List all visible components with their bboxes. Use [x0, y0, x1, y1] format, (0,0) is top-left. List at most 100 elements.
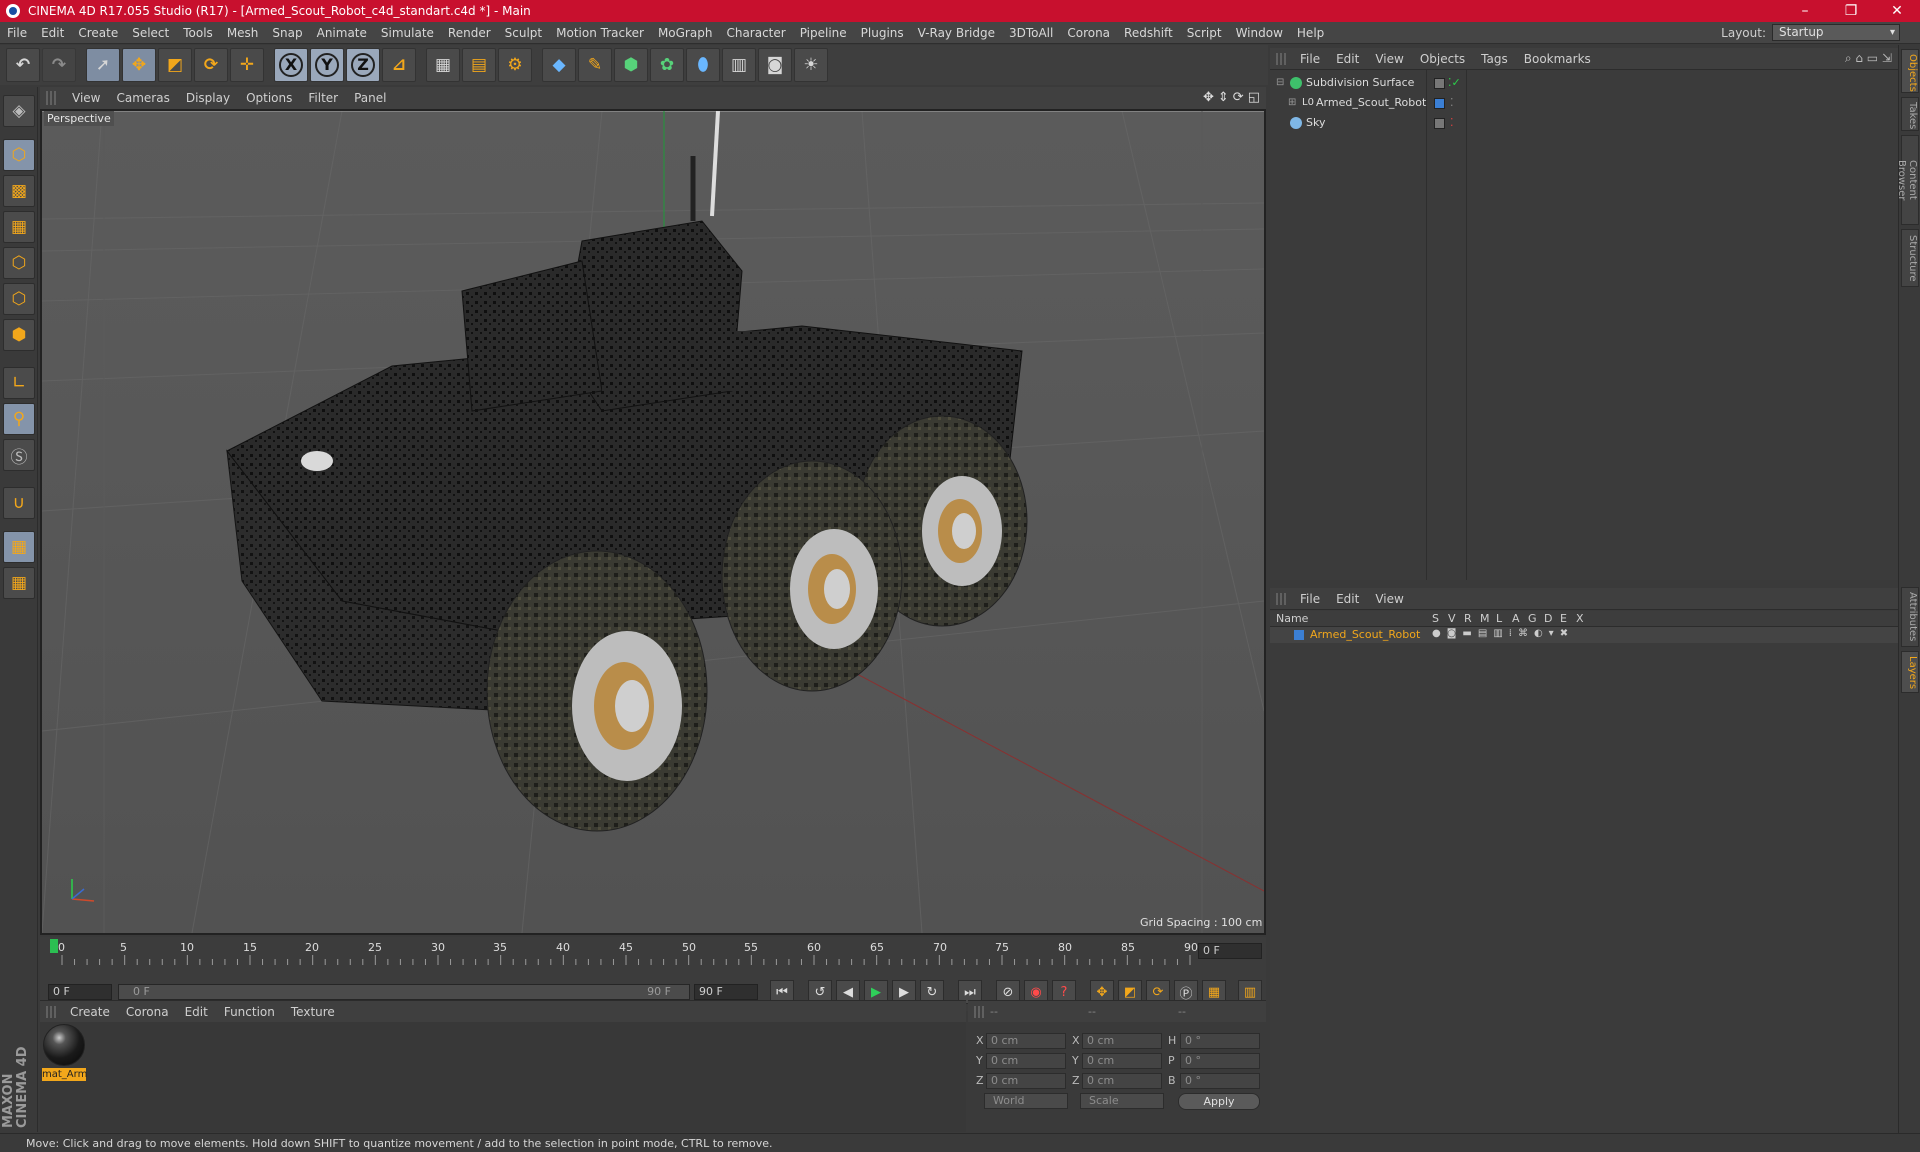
- floor-icon[interactable]: ▥: [722, 48, 756, 82]
- size-mode-dropdown[interactable]: Scale: [1080, 1093, 1164, 1109]
- menu-character[interactable]: Character: [719, 26, 792, 40]
- object-row[interactable]: ⊞ L0 Armed_Scout_Robot ⁚: [1274, 94, 1894, 112]
- column-a[interactable]: A: [1512, 612, 1520, 625]
- model-mode-icon[interactable]: ⬡: [3, 139, 35, 171]
- z-axis-icon[interactable]: Z: [346, 48, 380, 82]
- zoom-view-icon[interactable]: ⇕: [1218, 90, 1229, 105]
- cube-icon[interactable]: ◆: [542, 48, 576, 82]
- tab-takes[interactable]: Takes: [1901, 97, 1919, 131]
- object-menu-file[interactable]: File: [1292, 52, 1328, 66]
- snap-icon[interactable]: Ⓢ: [3, 439, 35, 471]
- menu-redshift[interactable]: Redshift: [1117, 26, 1180, 40]
- viewport-menu-cameras[interactable]: Cameras: [108, 91, 177, 105]
- cloner-icon[interactable]: ✿: [650, 48, 684, 82]
- viewport-menu-display[interactable]: Display: [178, 91, 238, 105]
- enabled-check-icon[interactable]: ⁚✓: [1448, 74, 1461, 92]
- menu-help[interactable]: Help: [1290, 26, 1331, 40]
- perspective-viewport[interactable]: [40, 109, 1266, 935]
- menu-edit[interactable]: Edit: [34, 26, 71, 40]
- y-axis-icon[interactable]: Y: [310, 48, 344, 82]
- camera-icon[interactable]: ◙: [758, 48, 792, 82]
- material-name[interactable]: mat_Arm: [42, 1068, 87, 1081]
- layer-tag-icon[interactable]: [1434, 118, 1445, 129]
- tab-objects[interactable]: Objects: [1901, 49, 1919, 93]
- layer-color-swatch[interactable]: [1294, 630, 1304, 640]
- menu-pipeline[interactable]: Pipeline: [793, 26, 854, 40]
- column-m[interactable]: M: [1480, 612, 1490, 625]
- points-mode-icon[interactable]: ⬡: [3, 247, 35, 279]
- size-x-field[interactable]: 0 cm: [1082, 1033, 1162, 1049]
- live-select-icon[interactable]: ✛: [230, 48, 264, 82]
- menu-tools[interactable]: Tools: [176, 26, 220, 40]
- rotation-p-field[interactable]: 0 °: [1180, 1053, 1260, 1069]
- rotate-icon[interactable]: ⟳: [194, 48, 228, 82]
- menu-vray-bridge[interactable]: V-Ray Bridge: [911, 26, 1002, 40]
- pen-icon[interactable]: ✎: [578, 48, 612, 82]
- tab-attributes[interactable]: Attributes: [1901, 587, 1919, 647]
- panel-grip-icon[interactable]: [1276, 52, 1286, 65]
- maximize-button[interactable]: ❐: [1828, 0, 1874, 22]
- panel-grip-icon[interactable]: [46, 1005, 56, 1018]
- workplane-icon[interactable]: ▦: [3, 211, 35, 243]
- x-axis-icon[interactable]: X: [274, 48, 308, 82]
- close-button[interactable]: ✕: [1874, 0, 1920, 22]
- toggle-views-icon[interactable]: ◱: [1248, 90, 1260, 105]
- object-menu-tags[interactable]: Tags: [1473, 52, 1516, 66]
- render-view-icon[interactable]: ▦: [426, 48, 460, 82]
- select-icon[interactable]: ➚: [86, 48, 120, 82]
- menu-mesh[interactable]: Mesh: [220, 26, 266, 40]
- menu-render[interactable]: Render: [441, 26, 498, 40]
- column-l[interactable]: L: [1496, 612, 1502, 625]
- viewport-label[interactable]: Perspective: [44, 111, 114, 126]
- object-menu-view[interactable]: View: [1367, 52, 1411, 66]
- deformer-icon[interactable]: ⬮: [686, 48, 720, 82]
- viewport-menu-options[interactable]: Options: [238, 91, 300, 105]
- minimize-button[interactable]: –: [1782, 0, 1828, 22]
- menu-window[interactable]: Window: [1229, 26, 1290, 40]
- light-icon[interactable]: ☀: [794, 48, 828, 82]
- material-preview-swatch[interactable]: [43, 1024, 85, 1066]
- viewport-menu-panel[interactable]: Panel: [346, 91, 394, 105]
- menu-3dtoall[interactable]: 3DToAll: [1002, 26, 1060, 40]
- viewport-menu-view[interactable]: View: [64, 91, 108, 105]
- position-y-field[interactable]: 0 cm: [986, 1053, 1066, 1069]
- tab-structure[interactable]: Structure: [1901, 229, 1919, 287]
- grid-snap-icon[interactable]: ▦: [3, 567, 35, 599]
- object-name[interactable]: Armed_Scout_Robot: [1316, 94, 1426, 112]
- menu-mograph[interactable]: MoGraph: [651, 26, 720, 40]
- panel-grip-icon[interactable]: [1276, 592, 1286, 605]
- object-name[interactable]: Subdivision Surface: [1306, 74, 1414, 92]
- menu-sculpt[interactable]: Sculpt: [498, 26, 549, 40]
- column-name[interactable]: Name: [1276, 612, 1308, 625]
- panel-grip-icon[interactable]: [974, 1005, 984, 1018]
- layer-tag-icon[interactable]: [1434, 78, 1445, 89]
- material-menu-edit[interactable]: Edit: [177, 1005, 216, 1019]
- visibility-dots-icon[interactable]: ⁚: [1450, 114, 1454, 132]
- position-z-field[interactable]: 0 cm: [986, 1073, 1066, 1089]
- layout-dropdown[interactable]: Startup: [1772, 24, 1900, 41]
- coordinate-system-icon[interactable]: ⊿: [382, 48, 416, 82]
- subdivision-icon[interactable]: ⬢: [614, 48, 648, 82]
- visibility-dots-icon[interactable]: ⁚: [1450, 94, 1454, 112]
- layer-tag-icon[interactable]: [1434, 98, 1445, 109]
- current-frame-field[interactable]: 0 F: [1198, 943, 1262, 959]
- tab-layers[interactable]: Layers: [1901, 651, 1919, 693]
- layer-name[interactable]: Armed_Scout_Robot: [1310, 628, 1420, 641]
- object-manager[interactable]: ⊟ Subdivision Surface ⁚✓ ⊞ L0 Armed_Scou…: [1270, 70, 1898, 580]
- menu-create[interactable]: Create: [71, 26, 125, 40]
- column-s[interactable]: S: [1432, 612, 1439, 625]
- start-frame-field[interactable]: 0 F: [48, 984, 112, 1000]
- axis-mode-icon[interactable]: ∟: [3, 367, 35, 399]
- size-z-field[interactable]: 0 cm: [1082, 1073, 1162, 1089]
- scale-icon[interactable]: ◩: [158, 48, 192, 82]
- magnet-icon[interactable]: ∪: [3, 487, 35, 519]
- object-row[interactable]: Sky ⁚: [1274, 114, 1894, 132]
- menu-plugins[interactable]: Plugins: [854, 26, 911, 40]
- object-menu-objects[interactable]: Objects: [1412, 52, 1473, 66]
- layer-row[interactable]: Armed_Scout_Robot ●◙▬▤▥⁞⌘◐▾✖: [1270, 627, 1898, 643]
- menu-snap[interactable]: Snap: [265, 26, 309, 40]
- lock-workplane-icon[interactable]: ▦: [3, 531, 35, 563]
- layer-menu-edit[interactable]: Edit: [1328, 592, 1367, 606]
- render-picture-viewer-icon[interactable]: ▤: [462, 48, 496, 82]
- size-y-field[interactable]: 0 cm: [1082, 1053, 1162, 1069]
